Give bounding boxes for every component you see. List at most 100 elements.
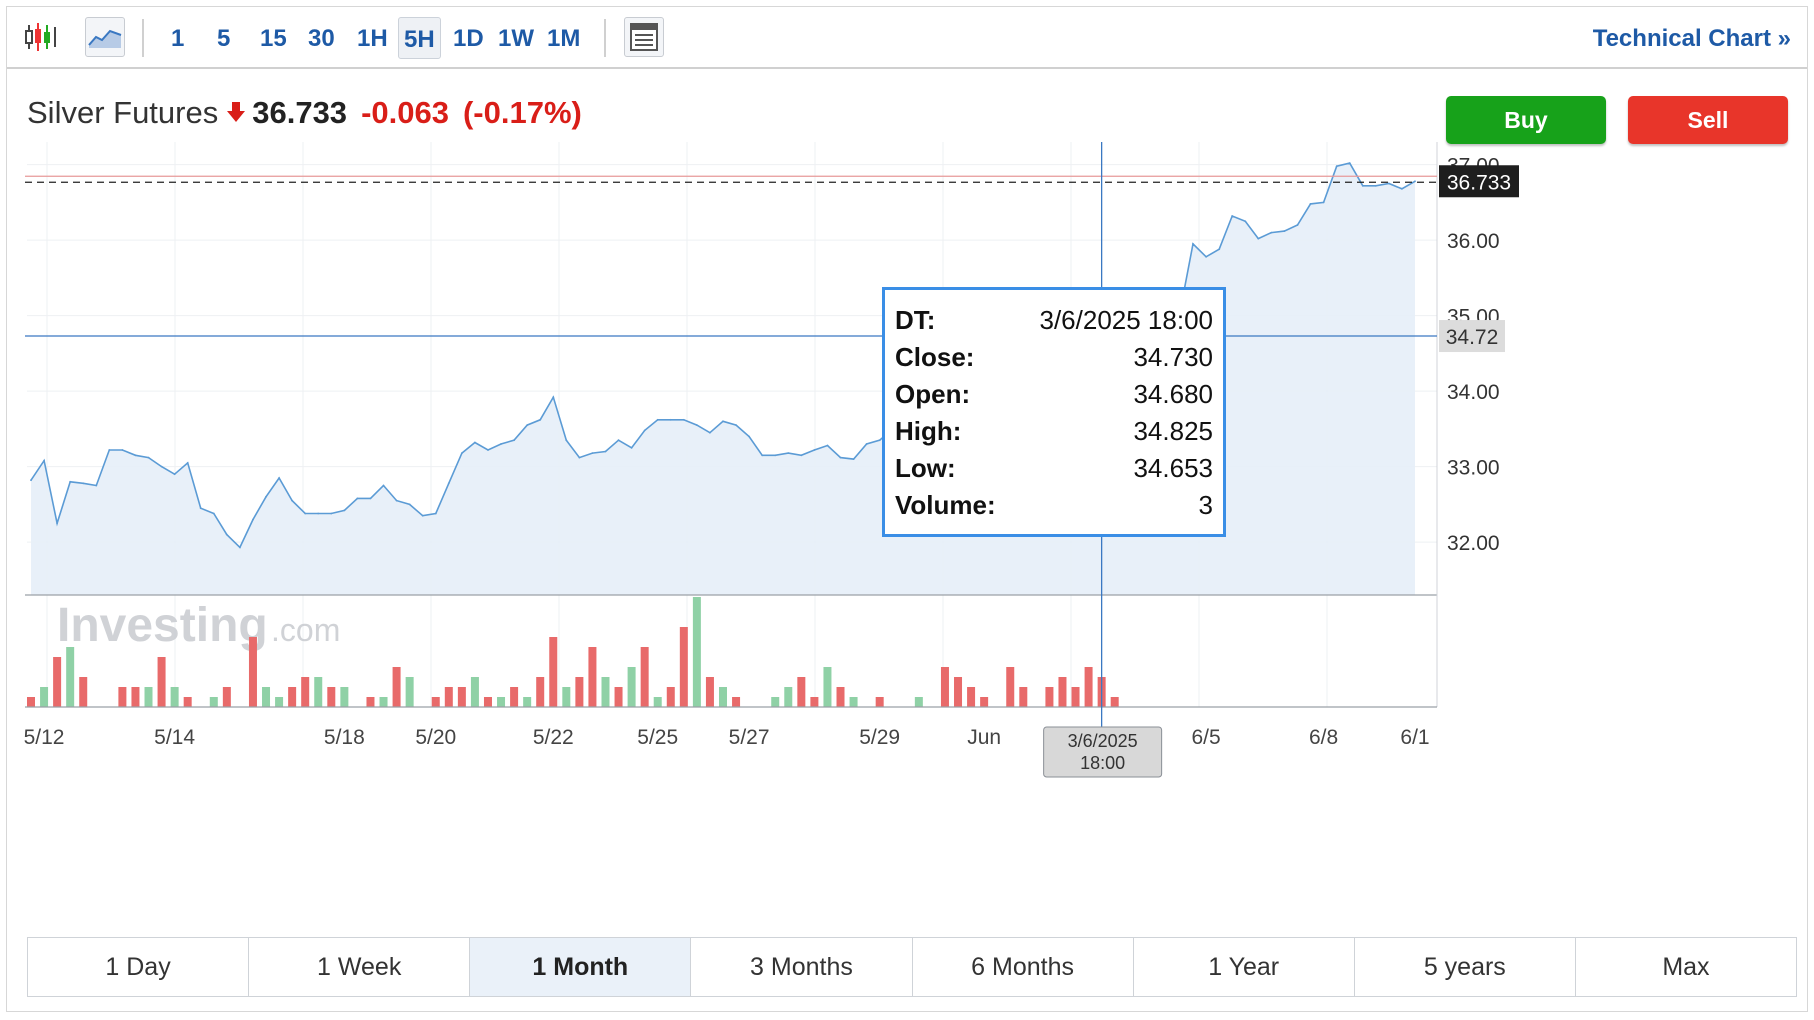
- y-tick-label: 32.00: [1447, 532, 1500, 555]
- volume-bar: [562, 687, 571, 707]
- price-point: [30, 479, 32, 482]
- volume-bar: [457, 687, 466, 707]
- volume-bar: [640, 647, 649, 707]
- price-point: [199, 507, 202, 510]
- tooltip-row: Low: 34.653: [895, 450, 1213, 487]
- crosshair-date-label: 3/6/2025: [1068, 731, 1138, 751]
- price-point: [382, 484, 385, 487]
- volume-bar: [679, 627, 688, 707]
- price-point: [434, 512, 437, 515]
- volume-bar: [705, 677, 714, 707]
- price-point: [291, 499, 293, 502]
- volume-bar: [275, 697, 284, 707]
- volume-bar: [222, 687, 231, 707]
- x-tick-label: Jun: [967, 726, 1001, 749]
- range-button-5-years[interactable]: 5 years: [1355, 938, 1576, 996]
- price-point: [735, 424, 737, 426]
- volume-bar: [836, 687, 845, 707]
- range-button-1-year[interactable]: 1 Year: [1134, 938, 1355, 996]
- volume-bar: [497, 697, 506, 707]
- range-button-max[interactable]: Max: [1576, 938, 1796, 996]
- price-point: [356, 497, 359, 500]
- price-point: [252, 518, 254, 521]
- price-point: [239, 546, 241, 549]
- volume-bar: [431, 697, 440, 707]
- price-point: [552, 396, 555, 399]
- price-point: [748, 435, 750, 438]
- volume-bar: [875, 697, 884, 707]
- price-point: [591, 452, 594, 454]
- price-point: [643, 429, 646, 432]
- volume-bar: [379, 697, 388, 707]
- price-point: [369, 497, 372, 500]
- tooltip-row: DT: 3/6/2025 18:00: [895, 302, 1213, 339]
- price-point: [278, 477, 280, 479]
- volume-bar: [248, 637, 257, 707]
- x-tick-label: 5/20: [415, 726, 456, 749]
- price-point: [1388, 182, 1390, 185]
- price-point: [317, 512, 320, 515]
- x-tick-label: 5/25: [637, 726, 678, 749]
- price-point: [526, 424, 529, 426]
- price-point: [813, 449, 816, 451]
- volume-bar: [666, 687, 675, 707]
- volume-bar: [940, 667, 949, 707]
- price-point: [709, 431, 711, 434]
- tooltip-value: 34.680: [1133, 379, 1213, 409]
- volume-bar: [27, 697, 35, 707]
- price-point: [160, 465, 163, 468]
- last-price-label: 36.733: [1447, 171, 1511, 194]
- price-point: [539, 418, 542, 421]
- volume-bar: [692, 597, 701, 707]
- volume-bar: [784, 687, 793, 707]
- volume-bar: [405, 677, 414, 707]
- price-point: [487, 449, 489, 451]
- volume-bar: [66, 647, 75, 707]
- volume-bar: [575, 677, 584, 707]
- tooltip-row: High: 34.825: [895, 413, 1213, 450]
- range-button-3-months[interactable]: 3 Months: [691, 938, 913, 996]
- x-tick-label: 5/27: [729, 726, 770, 749]
- watermark-suffix: .com: [271, 612, 340, 648]
- volume-bar: [262, 687, 271, 707]
- price-point: [669, 418, 672, 421]
- price-point: [1335, 165, 1338, 168]
- tooltip-key: Close:: [895, 342, 975, 372]
- x-tick-label: 5/18: [324, 726, 365, 749]
- volume-bar: [1110, 697, 1119, 707]
- volume-bar: [444, 687, 453, 707]
- range-button-1-day[interactable]: 1 Day: [28, 938, 250, 996]
- volume-bar: [510, 687, 519, 707]
- tooltip-value: 3: [1198, 490, 1213, 520]
- range-button-1-month[interactable]: 1 Month: [470, 938, 692, 996]
- tooltip-row: Close: 34.730: [895, 339, 1213, 376]
- range-button-6-months[interactable]: 6 Months: [913, 938, 1134, 996]
- price-point: [513, 439, 515, 442]
- price-point: [696, 424, 698, 426]
- price-point: [1309, 203, 1312, 205]
- range-button-1-week[interactable]: 1 Week: [249, 938, 471, 996]
- price-point: [186, 462, 189, 464]
- y-tick-label: 33.00: [1447, 457, 1500, 480]
- volume-bar: [588, 647, 597, 707]
- price-point: [147, 456, 150, 459]
- price-point: [787, 452, 790, 454]
- x-tick-label: 5/22: [533, 726, 574, 749]
- price-point: [761, 454, 764, 457]
- volume-bar: [327, 687, 336, 707]
- price-point: [604, 450, 607, 453]
- volume-bar: [1006, 667, 1015, 707]
- volume-bar: [1084, 667, 1093, 707]
- price-point: [69, 480, 72, 483]
- x-tick-label: 6/8: [1309, 726, 1338, 749]
- volume-bar: [183, 697, 192, 707]
- tooltip-key: DT:: [895, 305, 936, 335]
- price-point: [121, 449, 124, 451]
- volume-bar: [601, 677, 610, 707]
- volume-bar: [340, 687, 349, 707]
- price-point: [408, 503, 411, 506]
- volume-bar: [392, 667, 401, 707]
- price-point: [43, 459, 45, 462]
- volume-bar: [536, 677, 545, 707]
- price-point: [774, 454, 777, 457]
